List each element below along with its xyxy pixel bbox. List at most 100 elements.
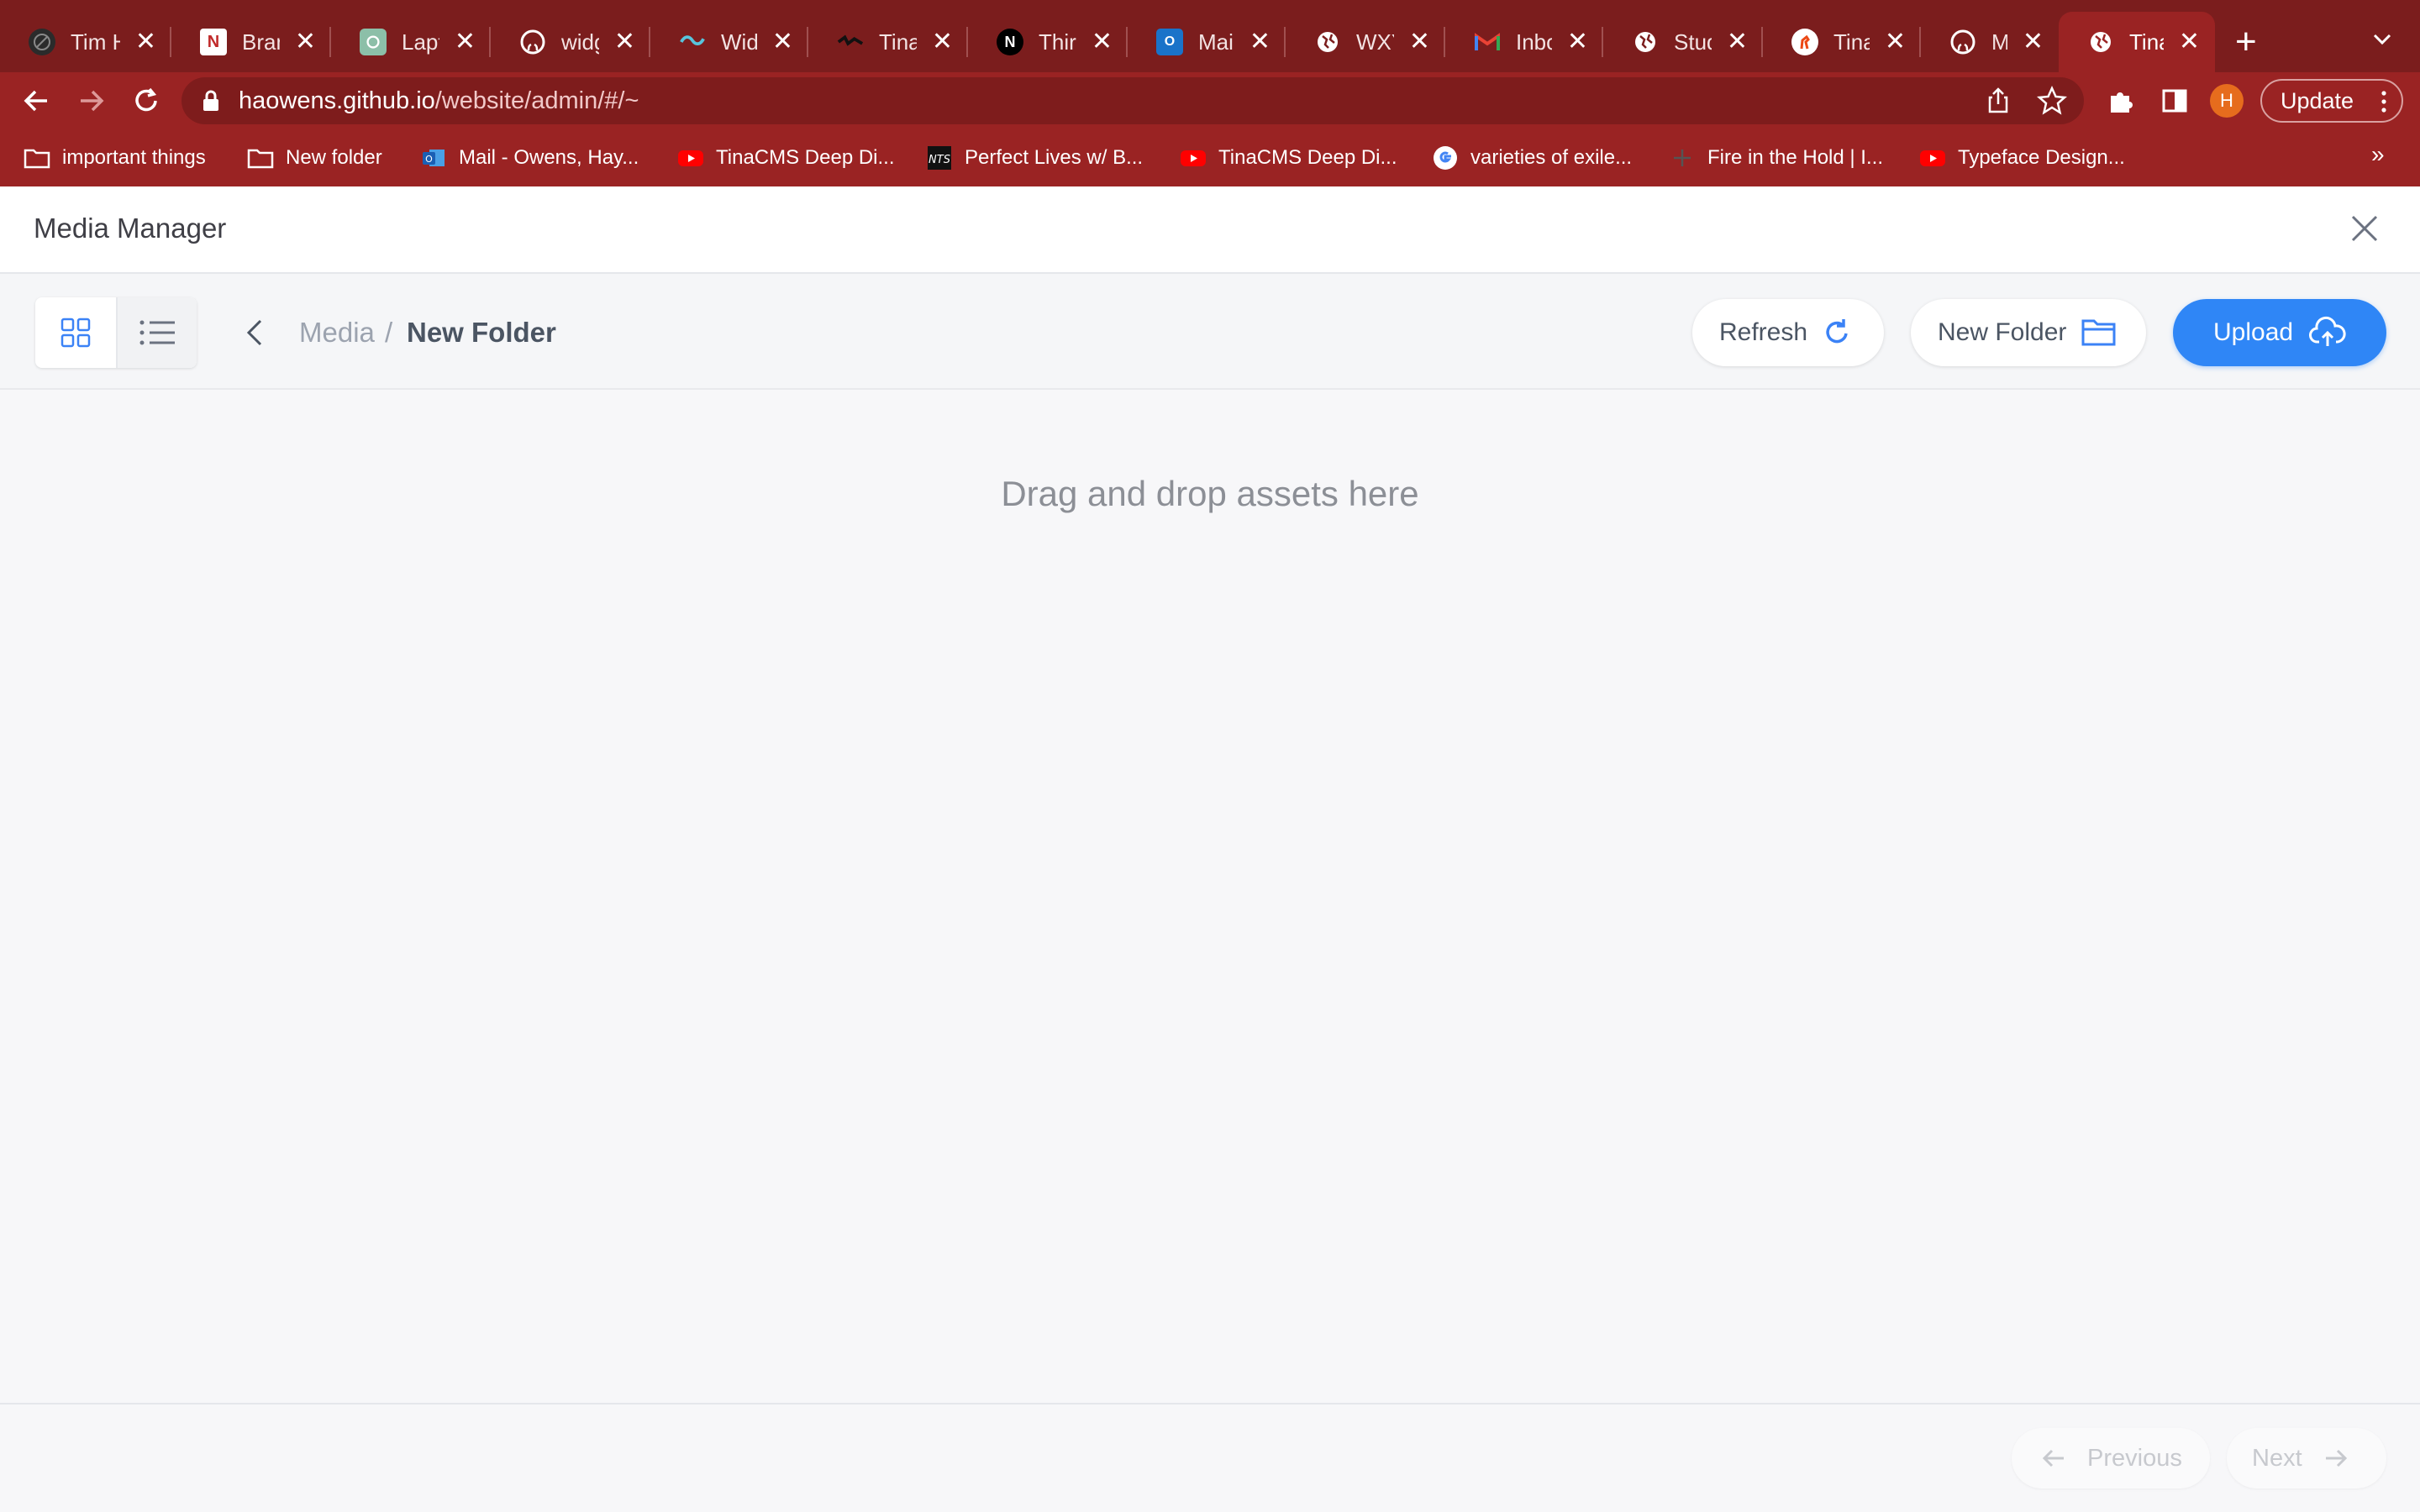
nts-icon: NTS (926, 144, 953, 171)
browser-tab[interactable]: widg ✕ (491, 12, 650, 72)
gmail-icon (1474, 29, 1501, 55)
svg-text:NTS: NTS (929, 154, 950, 166)
browser-tab[interactable]: O Mail ✕ (1128, 12, 1286, 72)
tab-search-chevron-icon[interactable] (2370, 22, 2395, 55)
next-label: Next (2252, 1444, 2302, 1472)
browser-tab[interactable]: N Brand ✕ (171, 12, 331, 72)
previous-page-button[interactable]: Previous (2012, 1428, 2210, 1488)
breadcrumb-root[interactable]: Media (299, 314, 375, 351)
bookmark-item[interactable]: important things (24, 141, 206, 175)
browser-tab[interactable]: WXY ✕ (1286, 12, 1445, 72)
tab-title: TinaC (879, 29, 917, 55)
notion-icon: N (200, 29, 227, 55)
share-icon[interactable] (1981, 84, 2015, 118)
tab-title: Stud (1674, 29, 1712, 55)
media-drop-area[interactable] (0, 390, 2420, 1403)
empty-state-message: Drag and drop assets here (1001, 474, 1419, 513)
close-tab-icon[interactable]: ✕ (1249, 29, 1270, 55)
bookmark-label: Perfect Lives w/ B... (965, 146, 1144, 169)
close-tab-icon[interactable]: ✕ (135, 29, 156, 55)
browser-tab[interactable]: Inbox ✕ (1445, 12, 1603, 72)
browser-tab[interactable]: Tina ✕ (1763, 12, 1921, 72)
tab-title: TinaC (2129, 29, 2164, 55)
bookmark-label: Fire in the Hold | I... (1707, 146, 1883, 169)
tab-title: Lapto (402, 29, 439, 55)
close-tab-icon[interactable]: ✕ (772, 29, 793, 55)
bookmark-item[interactable]: New folder (247, 141, 382, 175)
list-icon (139, 320, 175, 345)
new-folder-label: New Folder (1938, 318, 2067, 346)
close-tab-icon[interactable]: ✕ (455, 29, 476, 55)
grid-view-button[interactable] (35, 297, 116, 368)
close-tab-icon[interactable]: ✕ (1409, 29, 1430, 55)
more-bookmarks-chevron[interactable]: » (2371, 141, 2385, 168)
close-tab-icon[interactable]: ✕ (2179, 29, 2200, 55)
outlook-icon: O (1156, 29, 1183, 55)
chevron-left-icon[interactable] (240, 316, 271, 349)
kebab-menu-icon[interactable] (2381, 89, 2386, 114)
close-tab-icon[interactable]: ✕ (614, 29, 635, 55)
browser-tab[interactable]: Stud ✕ (1603, 12, 1763, 72)
bookmark-item[interactable]: varieties of exile... (1432, 141, 1632, 175)
browser-tab[interactable]: TinaC ✕ (808, 12, 968, 72)
forward-arrow-icon[interactable] (72, 82, 109, 119)
browser-tab[interactable]: Merg ✕ (1921, 12, 2059, 72)
bookmark-star-icon[interactable] (2035, 84, 2069, 118)
youtube-icon (677, 144, 704, 171)
close-tab-icon[interactable]: ✕ (1092, 29, 1113, 55)
close-tab-icon[interactable]: ✕ (295, 29, 316, 55)
bookmark-label: New folder (286, 146, 382, 169)
google-icon (1432, 144, 1459, 171)
update-button[interactable]: Update (2260, 79, 2403, 123)
browser-tab[interactable]: N Third ✕ (968, 12, 1128, 72)
media-manager-header (0, 186, 2420, 274)
new-folder-button[interactable]: New Folder (1911, 299, 2146, 366)
browser-tab-active[interactable]: TinaC ✕ (2059, 12, 2215, 72)
lock-icon[interactable] (202, 89, 220, 113)
bookmark-item[interactable]: Typeface Design... (1919, 141, 2125, 175)
cross-icon (1669, 144, 1696, 171)
browser-tab[interactable]: Tim H ✕ (0, 12, 171, 72)
tab-title: Mail (1198, 29, 1234, 55)
close-tab-icon[interactable]: ✕ (2023, 29, 2044, 55)
refresh-button[interactable]: Refresh (1692, 299, 1884, 366)
close-tab-icon[interactable]: ✕ (1567, 29, 1588, 55)
bookmark-item[interactable]: NTS Perfect Lives w/ B... (926, 141, 1143, 175)
close-tab-icon[interactable]: ✕ (1885, 29, 1906, 55)
arrow-left-icon (2042, 1449, 2064, 1467)
next-page-button[interactable]: Next (2227, 1428, 2386, 1488)
previous-label: Previous (2087, 1444, 2182, 1472)
profile-avatar[interactable]: H (2210, 84, 2244, 118)
close-icon[interactable] (2346, 210, 2383, 247)
bookmark-item[interactable]: TinaCMS Deep Di... (677, 141, 895, 175)
bookmark-item[interactable]: O Mail - Owens, Hay... (420, 141, 639, 175)
side-panel-icon[interactable] (2158, 84, 2191, 118)
close-tab-icon[interactable]: ✕ (1727, 29, 1748, 55)
url-text[interactable]: haowens.github.io/website/admin/#/~ (239, 84, 639, 118)
url-host: haowens.github.io (239, 87, 435, 114)
refresh-icon (1820, 316, 1854, 349)
youtube-icon (1180, 144, 1207, 171)
bookmark-label: Mail - Owens, Hay... (459, 146, 639, 169)
close-tab-icon[interactable]: ✕ (932, 29, 953, 55)
arrow-right-icon (2325, 1449, 2347, 1467)
globe-icon (1632, 29, 1659, 55)
new-tab-button[interactable]: + (2235, 20, 2257, 64)
reload-icon[interactable] (128, 82, 165, 119)
list-view-button[interactable] (116, 297, 197, 368)
bookmark-item[interactable]: TinaCMS Deep Di... (1180, 141, 1397, 175)
view-toggle (35, 297, 197, 368)
back-arrow-icon[interactable] (18, 82, 55, 119)
upload-button[interactable]: Upload (2173, 299, 2386, 366)
browser-tab[interactable]: Widtl ✕ (650, 12, 808, 72)
refresh-label: Refresh (1719, 318, 1808, 346)
bookmark-item[interactable]: Fire in the Hold | I... (1669, 141, 1883, 175)
tab-title: Widtl (721, 29, 757, 55)
browser-tab[interactable]: Lapto ✕ (331, 12, 491, 72)
globe-icon (2087, 29, 2114, 55)
bookmark-label: varieties of exile... (1470, 146, 1633, 169)
youtube-icon (1919, 144, 1946, 171)
tab-title: Brand (242, 29, 280, 55)
extensions-puzzle-icon[interactable] (2104, 84, 2138, 118)
tab-title: Tina (1833, 29, 1870, 55)
